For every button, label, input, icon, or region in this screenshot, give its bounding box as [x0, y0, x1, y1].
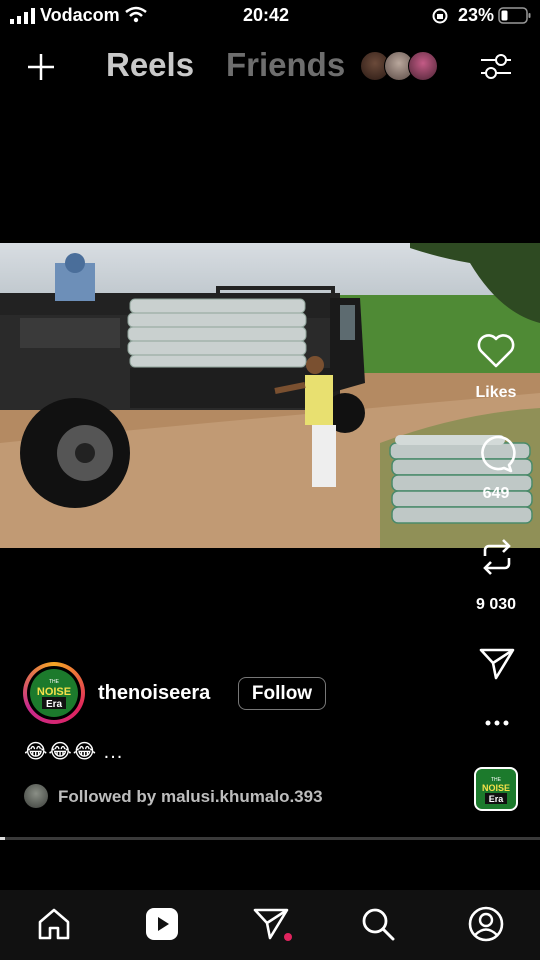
- battery-percent: 23%: [458, 5, 495, 25]
- filter-sliders-icon[interactable]: [478, 50, 514, 82]
- bottom-nav: [0, 890, 540, 960]
- profile-avatar-ring[interactable]: THE NOISE Era: [23, 662, 85, 724]
- caption[interactable]: 😂😂😂 ...: [24, 739, 123, 764]
- likes-label: Likes: [475, 384, 517, 401]
- more-options-icon[interactable]: [484, 718, 510, 728]
- follow-button[interactable]: Follow: [238, 677, 326, 710]
- audio-thumbnail[interactable]: THE NOISE Era: [474, 767, 518, 811]
- video-progress-fill: [0, 837, 6, 840]
- clock: 20:42: [243, 5, 290, 25]
- followed-by-user: malusi.khumalo.393: [160, 787, 323, 806]
- repost-icon[interactable]: [478, 536, 516, 578]
- orientation-lock-icon: [432, 8, 448, 24]
- home-icon[interactable]: [36, 906, 72, 942]
- tab-reels[interactable]: Reels: [106, 46, 194, 84]
- reels-icon[interactable]: [145, 907, 179, 941]
- signal-icon: [10, 8, 35, 24]
- battery-icon: [498, 7, 531, 24]
- username[interactable]: thenoiseera: [98, 682, 210, 705]
- svg-text:THE: THE: [49, 679, 60, 685]
- video-progress-track[interactable]: [0, 837, 540, 840]
- profile-icon[interactable]: [468, 906, 504, 942]
- avatar: [408, 51, 438, 81]
- friends-avatars[interactable]: [360, 51, 438, 81]
- comment-icon[interactable]: [476, 434, 516, 474]
- comments-count: 649: [482, 485, 510, 502]
- create-plus-icon[interactable]: [26, 52, 56, 82]
- noise-era-logo: THE NOISE Era: [482, 777, 510, 804]
- status-bar: Vodacom 20:42 23%: [0, 0, 540, 32]
- svg-text:NOISE: NOISE: [482, 783, 510, 793]
- reposts-count: 9 030: [475, 596, 517, 613]
- wifi-icon: [125, 6, 147, 23]
- share-send-icon[interactable]: [478, 646, 516, 682]
- svg-text:Era: Era: [46, 699, 63, 710]
- svg-text:Era: Era: [489, 794, 505, 804]
- tab-friends[interactable]: Friends: [226, 46, 345, 84]
- avatar: THE NOISE Era: [30, 669, 78, 717]
- noise-era-logo: THE NOISE Era: [37, 679, 71, 710]
- search-icon[interactable]: [360, 906, 396, 942]
- carrier-name: Vodacom: [40, 5, 120, 25]
- follower-avatar: [24, 784, 48, 808]
- heart-icon[interactable]: [476, 332, 516, 370]
- followed-by-line[interactable]: Followed by malusi.khumalo.393: [58, 787, 323, 807]
- svg-text:NOISE: NOISE: [37, 686, 71, 698]
- messages-send-icon[interactable]: [252, 906, 292, 942]
- followed-by-prefix: Followed by: [58, 787, 157, 806]
